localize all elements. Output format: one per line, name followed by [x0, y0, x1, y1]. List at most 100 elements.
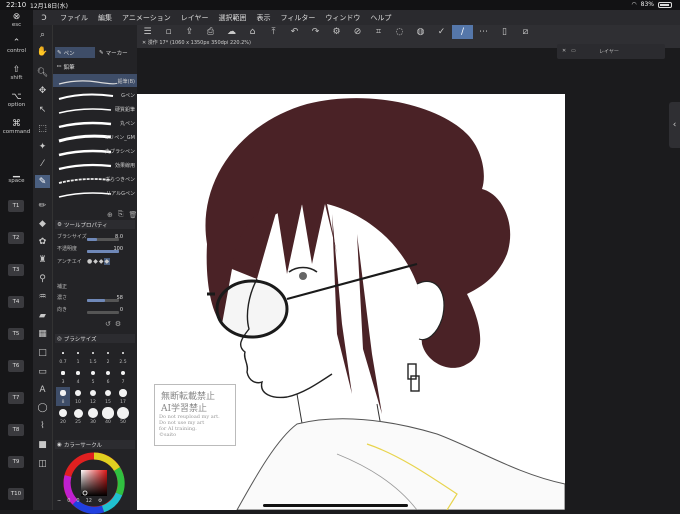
antialias-row[interactable]: アンチエイ ●◆◆◆ [57, 258, 135, 270]
menu-help[interactable]: ヘルプ [365, 13, 396, 23]
brush-tool-icon[interactable]: ♜ [35, 253, 50, 266]
opacity-row[interactable]: 不透明度 100 [57, 245, 135, 254]
swap-color-icon[interactable]: ∽ [57, 498, 61, 504]
eyedropper-icon[interactable]: ⁄ [35, 157, 50, 170]
tab-marker[interactable]: ✎ マーカー [97, 47, 137, 58]
brush-size-row[interactable]: ブラシサイズ 8.0 [57, 233, 135, 242]
save-icon[interactable]: ⎙ [200, 25, 221, 39]
esc-key[interactable]: ⊗ esc [0, 12, 33, 28]
option-key[interactable]: ⌥ option [0, 92, 33, 108]
stabilization-slider[interactable] [87, 299, 119, 302]
t6-key[interactable]: T6 [8, 360, 24, 372]
brush-size-cell[interactable]: 3 [56, 367, 70, 386]
text-tool-icon[interactable]: A [35, 383, 50, 396]
pen-tool-icon[interactable]: ✎ [35, 175, 50, 188]
balloon-tool-icon[interactable]: ◯ [35, 401, 50, 414]
settings-wrench-icon[interactable]: ⚙ [115, 320, 121, 328]
t10-key[interactable]: T10 [8, 488, 24, 500]
menu-edit[interactable]: 編集 [93, 13, 117, 23]
palm-rejection-icon[interactable]: ⋯ [473, 25, 494, 39]
brush-item[interactable]: 効果線用 [53, 158, 138, 171]
color-wheel[interactable] [63, 452, 125, 514]
command-key[interactable]: ⌘ command [0, 119, 33, 135]
lasso-fill-icon[interactable]: ◌ [389, 25, 410, 39]
cloud-icon[interactable]: ☁ [221, 25, 242, 39]
space-key[interactable]: ▁ space [0, 168, 33, 184]
selection-tool-icon[interactable]: ⬚ [35, 122, 50, 135]
snap-icon[interactable]: ✓ [431, 25, 452, 39]
layer-panel-mini[interactable]: ✕ ▭ レイヤー [557, 44, 665, 59]
menu-animation[interactable]: アニメーション [117, 13, 176, 23]
deselect-icon[interactable]: ⊘ [347, 25, 368, 39]
app-logo-icon[interactable]: ↄ [33, 12, 55, 23]
brush-size-cell[interactable]: 12 [86, 387, 100, 406]
redo-icon[interactable]: ↷ [305, 25, 326, 39]
ruler-tool-icon[interactable]: ⌇ [35, 419, 50, 432]
export-icon[interactable]: ⤒ [263, 25, 284, 39]
brush-size-cell[interactable]: 17 [116, 387, 130, 406]
undo-icon[interactable]: ↶ [284, 25, 305, 39]
hand-tool-icon[interactable]: ✋ [35, 45, 50, 58]
gear-icon[interactable]: ⚙ [98, 498, 102, 504]
brush-item[interactable]: Gペン [53, 88, 138, 101]
brush-item[interactable]: ざらつきペン [53, 172, 138, 185]
folder-icon[interactable]: ⌂ [242, 25, 263, 39]
transparent-color-icon[interactable]: ◫ [35, 457, 50, 470]
zoom-tool-icon[interactable]: ⌕ [35, 28, 50, 41]
settings-icon[interactable]: ⚙ [326, 25, 347, 39]
airbrush-tool-icon[interactable]: ⚲ [35, 272, 50, 285]
brush-item[interactable]: 硬質鉛筆 [53, 102, 138, 115]
tab-pen[interactable]: ✎ ペン [55, 47, 95, 58]
brush-item[interactable]: ミリペン_GM [53, 130, 138, 143]
brush-size-cell[interactable]: 0.7 [56, 347, 70, 366]
pencil-tool-icon[interactable]: ✏ [35, 199, 50, 212]
brush-size-cell[interactable]: 40 [101, 407, 115, 426]
main-color-swatch-icon[interactable]: ■ [35, 438, 50, 451]
t7-key[interactable]: T7 [8, 392, 24, 404]
add-subtool-icon[interactable]: ⊕ [107, 211, 113, 219]
stabilization-row[interactable]: 濃さ 58 [57, 294, 135, 303]
t5-key[interactable]: T5 [8, 328, 24, 340]
frame-tool-icon[interactable]: ▭ [35, 365, 50, 378]
close-icon[interactable]: ✕ [562, 48, 566, 54]
auto-select-icon[interactable]: ✦ [35, 140, 50, 153]
collapse-panel-chevron-left-icon[interactable]: ‹ [669, 102, 680, 148]
t9-key[interactable]: T9 [8, 456, 24, 468]
brush-size-cell[interactable]: 10 [71, 387, 85, 406]
zoom-icon[interactable]: 🔍︎ [35, 66, 50, 79]
t4-key[interactable]: T4 [8, 296, 24, 308]
t8-key[interactable]: T8 [8, 424, 24, 436]
direction-row[interactable]: 向き 0 [57, 306, 135, 315]
decoration-tool-icon[interactable]: ✿ [35, 235, 50, 248]
brush-item[interactable]: リアルGペン [53, 186, 138, 199]
new-file-icon[interactable]: ▫ [158, 25, 179, 39]
brush-size-cell[interactable]: 7 [116, 367, 130, 386]
t3-key[interactable]: T3 [8, 264, 24, 276]
blend-tool-icon[interactable]: ♒ [35, 290, 50, 303]
pen-mode-icon[interactable]: ∕ [452, 25, 473, 39]
subtool-group-pencil[interactable]: ✏ 鉛筆 [55, 62, 135, 71]
lasso-erase-icon[interactable]: ◍ [410, 25, 431, 39]
menu-selection[interactable]: 選択範囲 [214, 13, 252, 23]
brush-size-cell[interactable]: 6 [101, 367, 115, 386]
menu-window[interactable]: ウィンドウ [320, 13, 365, 23]
shift-key[interactable]: ⇧ shift [0, 65, 33, 81]
menu-view[interactable]: 表示 [252, 13, 276, 23]
drawing-canvas[interactable]: 無断転載禁止 AI学習禁止 Do not reupload my art. Do… [137, 94, 565, 510]
brush-size-cell[interactable]: 20 [56, 407, 70, 426]
menu-file[interactable]: ファイル [55, 13, 93, 23]
control-key[interactable]: ⌃ control [0, 38, 33, 54]
canvas-area[interactable]: ✕ 漫作 17* (1060 x 1350px 350dpi 220.2%) ✕… [137, 39, 680, 510]
clipboard-icon[interactable]: ▯ [494, 25, 515, 39]
operation-tool-icon[interactable]: ↖ [35, 103, 50, 116]
fill-tool-icon[interactable]: ▰ [35, 309, 50, 322]
menu-filter[interactable]: フィルター [276, 13, 321, 23]
t1-key[interactable]: T1 [8, 200, 24, 212]
gradient-tool-icon[interactable]: ▦ [35, 327, 50, 340]
duplicate-subtool-icon[interactable]: ⎘ [118, 210, 124, 219]
brush-size-cell[interactable]: 1.5 [86, 347, 100, 366]
figure-tool-icon[interactable]: □ [35, 346, 50, 359]
flip-icon[interactable]: ⧄ [515, 25, 536, 39]
brush-size-cell[interactable]: 2 [101, 347, 115, 366]
brush-item[interactable]: 丸ブラシペン [53, 144, 138, 157]
